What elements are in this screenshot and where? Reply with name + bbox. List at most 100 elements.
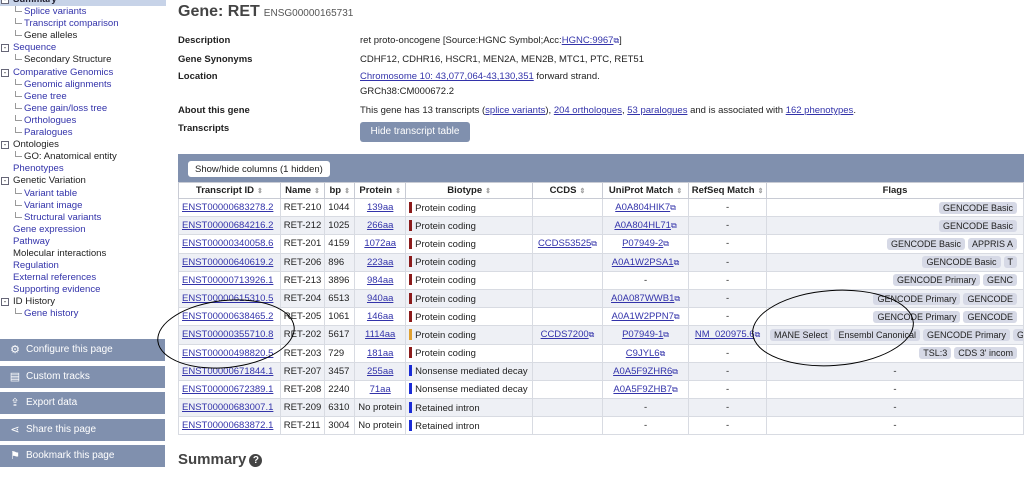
summary-heading: Summary? (178, 451, 263, 468)
show-hide-columns-button[interactable]: Show/hide columns (1 hidden) (188, 161, 330, 177)
sidebar-item[interactable]: - Comparative Genomics (0, 67, 166, 79)
collapse-toggle-icon[interactable]: - (1, 44, 9, 53)
uniprot-link[interactable]: A0A1W2PPN7 (612, 311, 674, 322)
share-page-button[interactable]: ⋖ Share this page (0, 419, 165, 441)
uniprot-link[interactable]: P07949-1 (622, 329, 663, 340)
uniprot-link[interactable]: A0A804HIK7 (615, 202, 670, 213)
protein-link[interactable]: 984aa (367, 275, 393, 286)
transcript-id-link[interactable]: ENST00000638465.2 (182, 311, 273, 322)
transcript-id-link[interactable]: ENST00000683007.1 (182, 402, 273, 413)
sidebar-item[interactable]: Gene expression (0, 224, 166, 236)
collapse-toggle-icon[interactable]: - (1, 177, 9, 186)
protein-link[interactable]: 139aa (367, 202, 393, 213)
column-header-ccds[interactable]: CCDS ⇕ (532, 182, 603, 199)
sidebar-item[interactable]: Transcript comparison (0, 18, 166, 30)
sidebar-item[interactable]: Regulation (0, 260, 166, 272)
protein-link[interactable]: 146aa (367, 311, 393, 322)
protein-link[interactable]: 1072aa (364, 238, 396, 249)
protein-link[interactable]: 255aa (367, 366, 393, 377)
transcript-id-link[interactable]: ENST00000340058.6 (182, 238, 273, 249)
collapse-toggle-icon[interactable]: - (1, 0, 9, 4)
tree-branch-line (15, 90, 22, 97)
biotype-text: Protein coding (415, 275, 476, 287)
flag-badge: GENCODE Basic (886, 237, 965, 250)
transcript-id-link[interactable]: ENST00000672389.1 (182, 384, 273, 395)
column-header-transcript-id[interactable]: Transcript ID ⇕ (178, 182, 281, 199)
transcript-id-link[interactable]: ENST00000713926.1 (182, 275, 273, 286)
uniprot-link[interactable]: A0A1W2PSA1 (612, 257, 674, 268)
column-header-name[interactable]: Name ⇕ (279, 182, 326, 199)
sidebar-item[interactable]: Variant image (0, 199, 166, 212)
transcript-id-link[interactable]: ENST00000355710.8 (182, 329, 273, 340)
sidebar-item[interactable]: Gene gain/loss tree (0, 102, 166, 115)
protein-link[interactable]: 266aa (367, 220, 393, 231)
cell-bp: 1025 (324, 216, 356, 236)
transcript-name: RET-207 (283, 365, 322, 377)
hide-transcript-table-button[interactable]: Hide transcript table (360, 122, 470, 142)
ccds-link[interactable]: CCDS7200 (541, 329, 589, 340)
sidebar-item[interactable]: Phenotypes (0, 163, 166, 175)
transcript-id-link[interactable]: ENST00000671844.1 (182, 366, 273, 377)
transcript-id-link[interactable]: ENST00000683278.2 (182, 202, 273, 213)
uniprot-link[interactable]: A0A087WWB1 (611, 293, 674, 304)
export-data-button[interactable]: ⇪ Export data (0, 392, 165, 414)
sidebar-item[interactable]: - Sequence (0, 42, 166, 54)
column-header-protein[interactable]: Protein ⇕ (354, 182, 407, 199)
transcript-id-link[interactable]: ENST00000683872.1 (182, 420, 273, 431)
uniprot-link[interactable]: P07949-2 (622, 238, 663, 249)
orthologues-link[interactable]: 204 orthologues (554, 105, 622, 116)
sidebar-item[interactable]: Gene history (0, 308, 166, 320)
transcript-id-link[interactable]: ENST00000684216.2 (182, 220, 273, 231)
protein-link[interactable]: 1114aa (365, 329, 395, 340)
transcript-bp: 729 (328, 347, 345, 359)
cell-bp: 896 (324, 252, 356, 272)
transcript-id-link[interactable]: ENST00000498820.5 (182, 348, 273, 359)
sidebar-item[interactable]: Variant table (0, 187, 166, 200)
column-header-biotype[interactable]: Biotype ⇕ (405, 182, 534, 199)
column-header-refseq[interactable]: RefSeq Match ⇕ (688, 182, 767, 199)
splice-variants-link[interactable]: splice variants (485, 105, 545, 116)
sidebar-item[interactable]: Paralogues (0, 127, 166, 139)
sidebar-item[interactable]: Pathway (0, 236, 166, 248)
column-header-uniprot[interactable]: UniProt Match ⇕ (601, 182, 690, 199)
custom-tracks-button[interactable]: ▤ Custom tracks (0, 366, 165, 388)
configure-page-button[interactable]: ⚙ Configure this page (0, 339, 165, 361)
uniprot-link[interactable]: A0A804HL71 (614, 220, 671, 231)
column-header-bp[interactable]: bp ⇕ (324, 182, 356, 199)
collapse-toggle-icon[interactable]: - (1, 298, 9, 307)
bookmark-page-button[interactable]: ⚑ Bookmark this page (0, 445, 165, 467)
column-header-flags[interactable]: Flags (765, 182, 1024, 199)
sidebar-item[interactable]: Structural variants (0, 211, 166, 224)
sidebar-item[interactable]: Supporting evidence (0, 284, 166, 296)
flag-badge: Ensembl Canonical (834, 328, 921, 341)
sidebar-item[interactable]: Splice variants (0, 6, 166, 18)
cell-name: RET-209 (279, 398, 326, 418)
cell-biotype: Protein coding (405, 307, 534, 327)
uniprot-link[interactable]: A0A5F9ZHR6 (613, 366, 672, 377)
cell-uniprot: P07949-1⧉ (601, 325, 690, 345)
phenotypes-link[interactable]: 162 phenotypes (786, 105, 854, 116)
cell-flags: - (765, 398, 1024, 418)
protein-link[interactable]: 71aa (370, 384, 391, 395)
collapse-toggle-icon[interactable]: - (1, 141, 9, 150)
protein-link[interactable]: 940aa (367, 293, 393, 304)
transcript-id-link[interactable]: ENST00000640619.2 (182, 257, 273, 268)
sidebar-item[interactable]: Orthologues (0, 114, 166, 127)
sidebar-item[interactable]: Gene tree (0, 90, 166, 103)
cell-uniprot: - (601, 398, 690, 418)
chromosome-location-link[interactable]: Chromosome 10: 43,077,064-43,130,351 (360, 71, 534, 82)
protein-link[interactable]: 181aa (367, 348, 393, 359)
refseq-link[interactable]: NM_020975.6 (695, 329, 755, 340)
uniprot-link[interactable]: C9JYL6 (626, 348, 660, 359)
transcript-name: RET-205 (283, 311, 322, 323)
paralogues-link[interactable]: 53 paralogues (627, 105, 687, 116)
sidebar-item[interactable]: Genomic alignments (0, 78, 166, 91)
uniprot-link[interactable]: A0A5F9ZHB7 (613, 384, 672, 395)
sidebar-item[interactable]: External references (0, 272, 166, 284)
collapse-toggle-icon[interactable]: - (1, 68, 9, 77)
help-icon[interactable]: ? (249, 454, 263, 467)
transcript-id-link[interactable]: ENST00000615310.5 (182, 293, 273, 304)
ccds-link[interactable]: CCDS53525 (538, 238, 591, 249)
hgnc-link[interactable]: HGNC:9967 (562, 35, 614, 46)
protein-link[interactable]: 223aa (367, 257, 393, 268)
